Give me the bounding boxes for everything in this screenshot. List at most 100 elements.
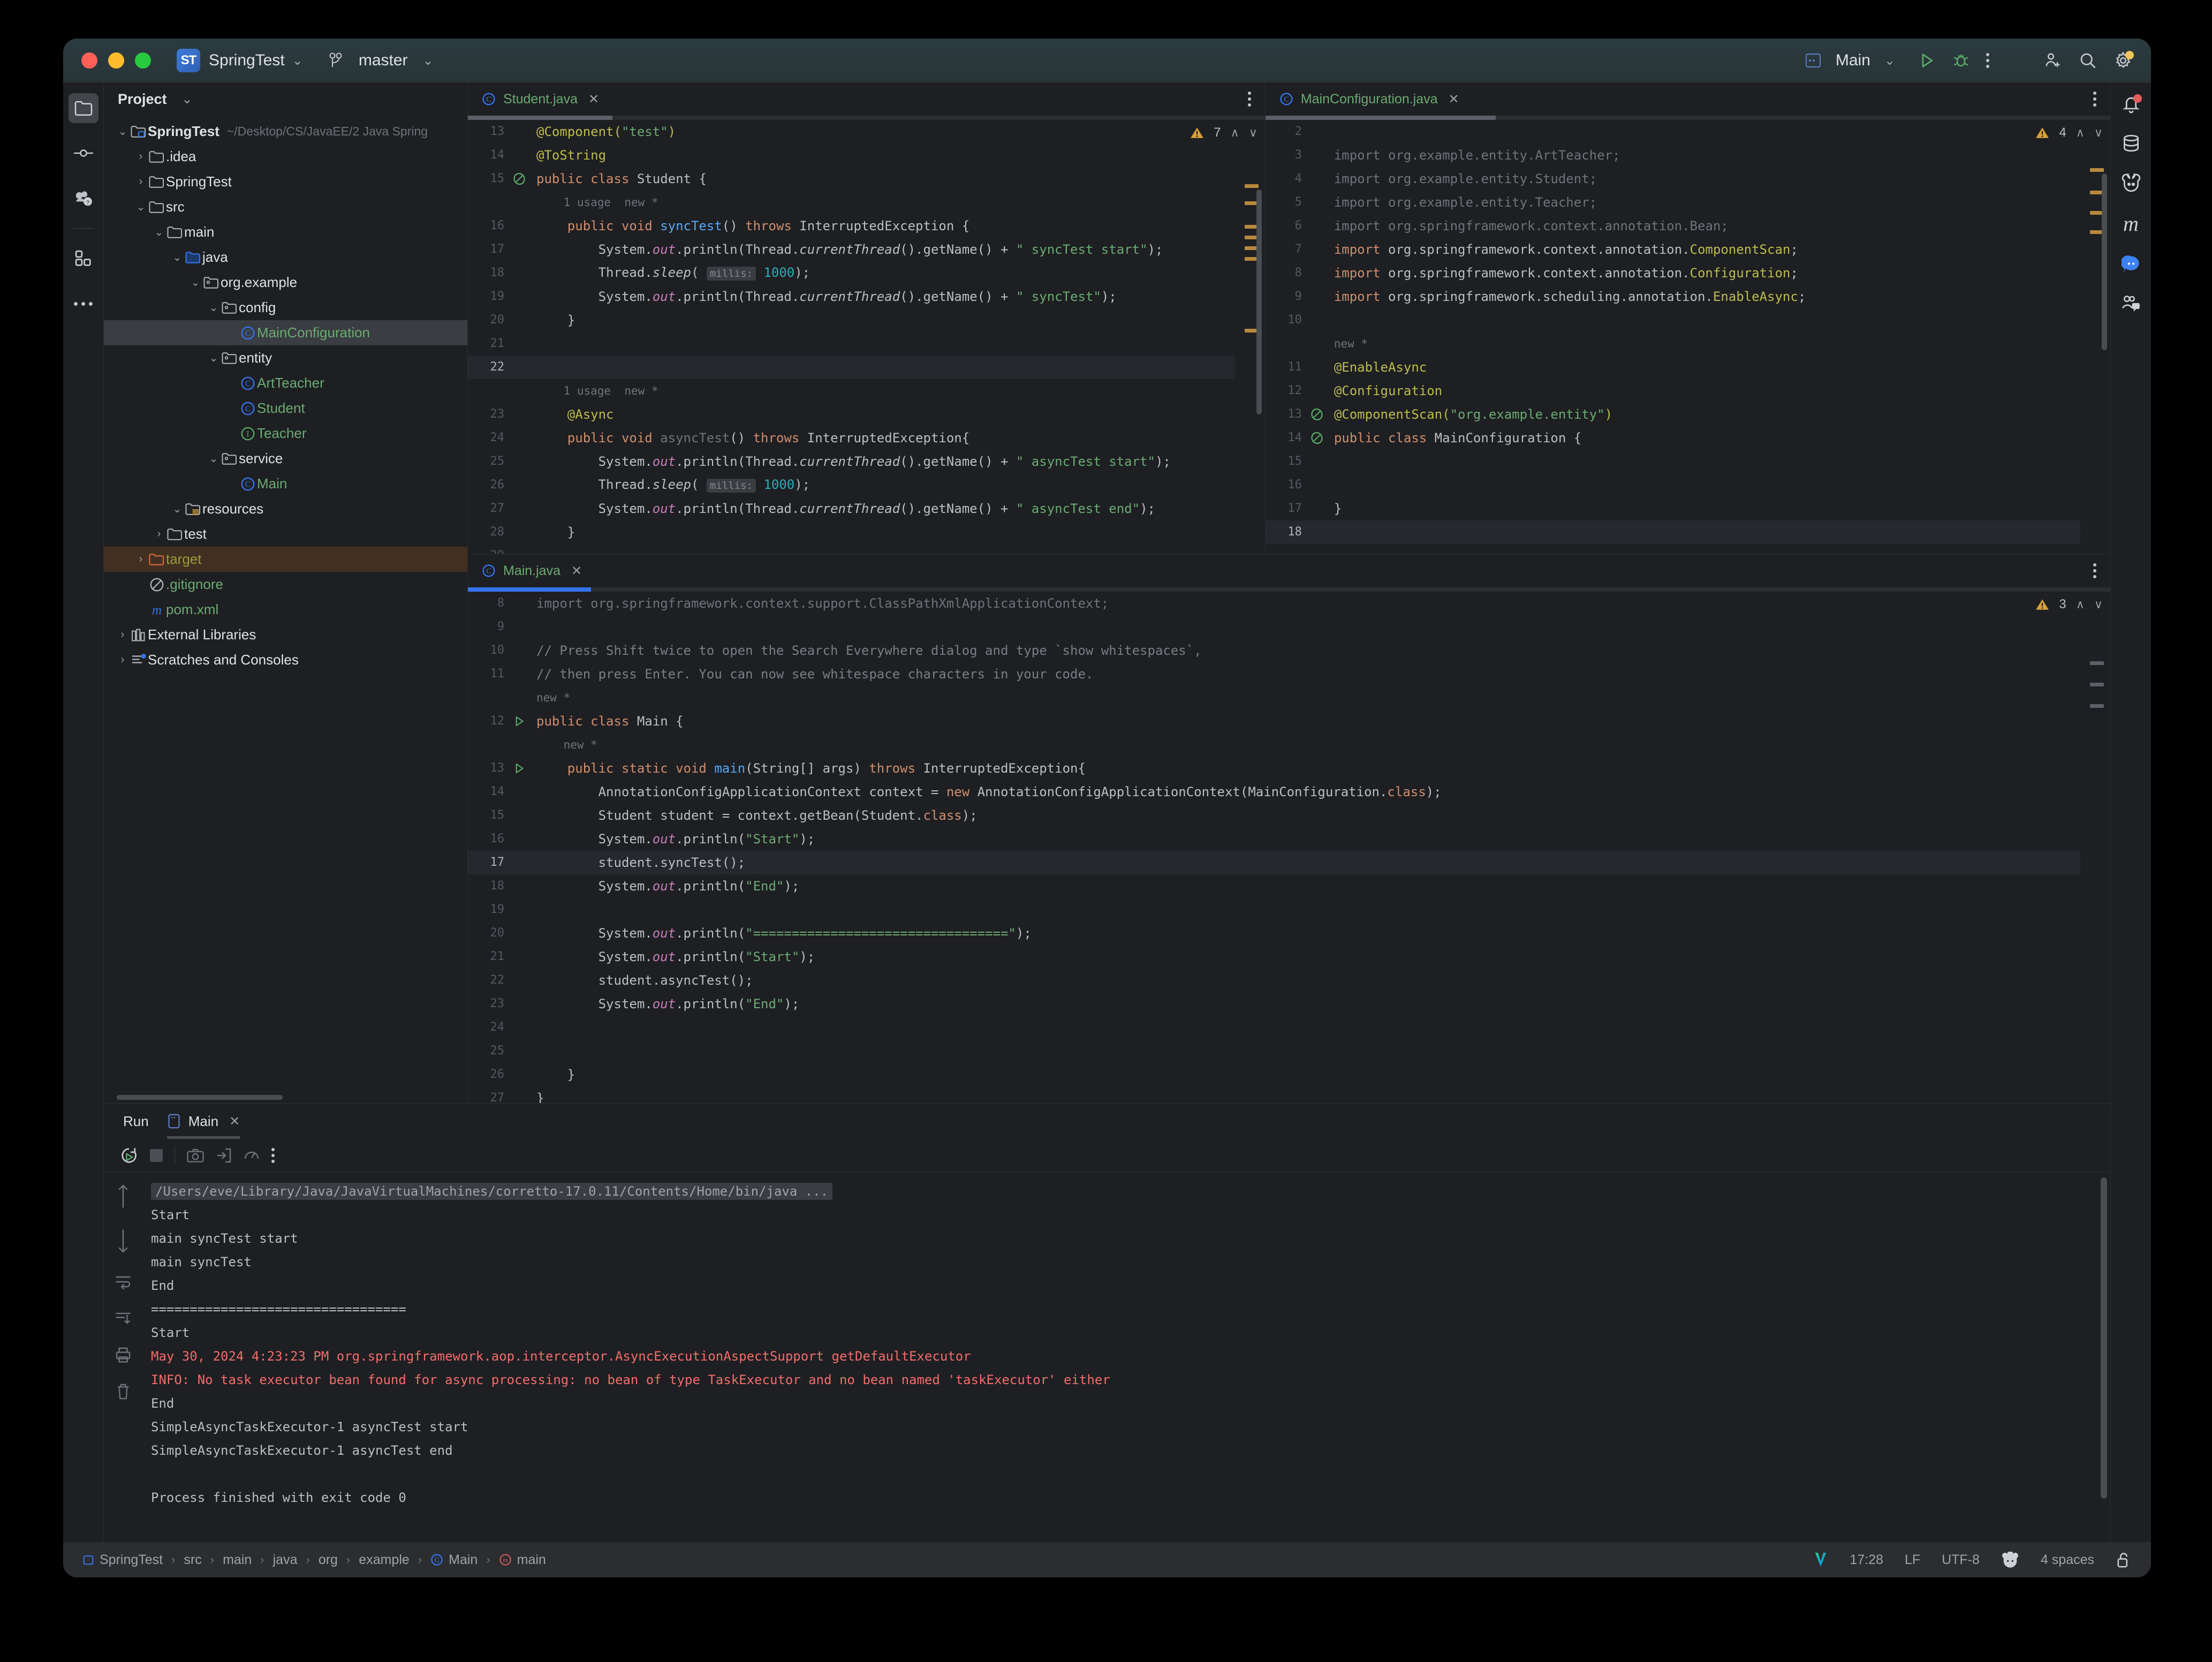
ai-assistant-status-icon[interactable] bbox=[2001, 1552, 2019, 1568]
code-line[interactable]: 24 public void asyncTest() throws Interr… bbox=[468, 426, 1235, 450]
code-line[interactable]: 13 public static void main(String[] args… bbox=[468, 757, 2080, 780]
code-line[interactable]: 27} bbox=[468, 1086, 2080, 1103]
breadcrumb-item-org[interactable]: org bbox=[319, 1552, 338, 1568]
project-name-label[interactable]: SpringTest bbox=[209, 51, 285, 70]
expand-arrow-icon[interactable]: › bbox=[134, 150, 148, 163]
code-line[interactable]: 17} bbox=[1266, 497, 2080, 520]
code-line[interactable]: 14 @ToString bbox=[468, 143, 1235, 167]
maven-icon[interactable]: m bbox=[2123, 211, 2139, 236]
gutter-marker[interactable] bbox=[510, 172, 529, 186]
screenshot-camera-icon[interactable] bbox=[187, 1147, 204, 1164]
editor-options-button[interactable] bbox=[2093, 92, 2110, 107]
debug-button[interactable] bbox=[1952, 51, 1970, 70]
chevron-up-icon[interactable]: ∧ bbox=[2076, 126, 2085, 140]
code-line[interactable]: 23 @Async bbox=[468, 403, 1235, 426]
breadcrumb-item-src[interactable]: src bbox=[184, 1552, 201, 1568]
window-controls[interactable] bbox=[81, 52, 151, 69]
code-line[interactable]: 16 public void syncTest() throws Interru… bbox=[468, 214, 1235, 238]
expand-arrow-icon[interactable]: › bbox=[152, 528, 166, 540]
code-line[interactable]: 29 bbox=[468, 544, 1235, 554]
notifications-bell-icon[interactable] bbox=[2122, 94, 2142, 115]
inspection-widget-mainconfiguration[interactable]: 4 ∧ ∨ bbox=[2035, 125, 2110, 140]
vcs-logo-icon[interactable] bbox=[1813, 1551, 1828, 1568]
code-line[interactable]: 26 } bbox=[468, 1063, 2080, 1086]
breadcrumb-item-main[interactable]: C Main bbox=[430, 1552, 478, 1568]
pull-requests-tool-button[interactable]: ? bbox=[69, 183, 99, 213]
minimize-window-button[interactable] bbox=[108, 52, 124, 69]
vcs-branch-widget[interactable]: master ⌄ bbox=[329, 51, 434, 70]
close-icon[interactable]: ✕ bbox=[229, 1114, 240, 1129]
tree-node-mainconfiguration[interactable]: C MainConfiguration bbox=[104, 320, 467, 345]
code-line[interactable]: 13 @Component("test") bbox=[468, 120, 1235, 143]
tree-node-service[interactable]: ⌄ service bbox=[104, 446, 467, 471]
expand-arrow-icon[interactable]: ⌄ bbox=[116, 125, 130, 138]
code-line[interactable]: 18 System.out.println("End"); bbox=[468, 874, 2080, 898]
code-line[interactable]: 17 System.out.println(Thread.currentThre… bbox=[468, 238, 1235, 261]
tab-student-java[interactable]: C Student.java ✕ bbox=[468, 82, 610, 116]
expand-arrow-icon[interactable]: › bbox=[116, 629, 130, 641]
expand-arrow-icon[interactable]: › bbox=[116, 654, 130, 666]
breadcrumb-item-main[interactable]: main bbox=[223, 1552, 252, 1568]
code-line[interactable]: 20 System.out.println("=================… bbox=[468, 921, 2080, 945]
expand-arrow-icon[interactable]: ⌄ bbox=[207, 301, 221, 314]
code-line[interactable]: 25 bbox=[468, 1039, 2080, 1063]
code-line[interactable]: 10 bbox=[1266, 308, 2080, 332]
code-line[interactable]: 22 bbox=[468, 356, 1235, 379]
editor-options-button[interactable] bbox=[1247, 92, 1265, 107]
clear-trash-icon[interactable] bbox=[115, 1383, 131, 1400]
code-editor-main[interactable]: 8 import org.springframework.context.supp… bbox=[468, 592, 2080, 1103]
tree-node-main[interactable]: ⌄ main bbox=[104, 220, 467, 245]
expand-arrow-icon[interactable]: ⌄ bbox=[207, 351, 221, 365]
close-window-button[interactable] bbox=[81, 52, 97, 69]
tree-node-student[interactable]: C Student bbox=[104, 396, 467, 421]
tree-node-target[interactable]: › target bbox=[104, 547, 467, 572]
add-user-icon[interactable] bbox=[2043, 51, 2062, 70]
code-line[interactable]: 9 bbox=[468, 615, 2080, 639]
tree-node-main[interactable]: C Main bbox=[104, 471, 467, 496]
main-minimap[interactable] bbox=[2080, 592, 2110, 1103]
code-line[interactable]: 18 Thread.sleep( millis: 1000); bbox=[468, 261, 1235, 285]
code-line[interactable]: 8 import org.springframework.context.supp… bbox=[468, 592, 2080, 615]
tree-node-org-example[interactable]: ⌄ org.example bbox=[104, 270, 467, 295]
code-line[interactable]: 25 System.out.println(Thread.currentThre… bbox=[468, 450, 1235, 473]
inspection-widget-student[interactable]: 7 ∧ ∨ bbox=[1190, 125, 1265, 140]
ai-assistant-icon[interactable] bbox=[2121, 173, 2141, 192]
tree-node-resources[interactable]: ⌄ resources bbox=[104, 496, 467, 522]
gutter-marker[interactable] bbox=[1307, 407, 1327, 421]
settings-gear-icon[interactable] bbox=[2113, 51, 2134, 70]
code-line[interactable]: 20 } bbox=[468, 308, 1235, 332]
code-line[interactable]: 2 bbox=[1266, 120, 2080, 143]
database-icon[interactable] bbox=[2122, 134, 2141, 154]
student-minimap[interactable] bbox=[1234, 120, 1265, 554]
tree-node-entity[interactable]: ⌄ entity bbox=[104, 345, 467, 371]
code-line[interactable]: 28 } bbox=[468, 520, 1235, 544]
indent-setting[interactable]: 4 spaces bbox=[2041, 1552, 2094, 1568]
tree-node-external-libraries[interactable]: › External Libraries bbox=[104, 622, 467, 647]
scroll-up-icon[interactable] bbox=[116, 1184, 130, 1208]
profiler-gauge-icon[interactable] bbox=[244, 1147, 260, 1164]
tree-node-artteacher[interactable]: C ArtTeacher bbox=[104, 371, 467, 396]
code-line[interactable]: 18 bbox=[1265, 520, 2080, 544]
run-configuration-selector[interactable]: Main ⌄ bbox=[1799, 48, 1902, 73]
chevron-down-icon[interactable]: ∨ bbox=[2094, 126, 2103, 140]
code-editor-student[interactable]: 13 @Component("test") 14 @ToString 15 public … bbox=[468, 120, 1235, 554]
expand-arrow-icon[interactable]: ⌄ bbox=[207, 452, 221, 465]
tree-node-springtest[interactable]: ⌄ SpringTest ~/Desktop/CS/JavaEE/2 Java Sp… bbox=[104, 119, 467, 144]
import-arrow-icon[interactable] bbox=[216, 1147, 232, 1164]
close-icon[interactable]: ✕ bbox=[1449, 92, 1459, 107]
inspection-widget-main[interactable]: 3 ∧ ∨ bbox=[2035, 597, 2110, 612]
code-line[interactable]: 12 public class Main { bbox=[468, 709, 2080, 733]
tree-node-src[interactable]: ⌄ src bbox=[104, 194, 467, 220]
code-line[interactable]: 7 import org.springframework.context.anno… bbox=[1266, 238, 2080, 261]
code-with-me-icon[interactable] bbox=[2121, 294, 2141, 312]
project-tree[interactable]: ⌄ SpringTest ~/Desktop/CS/JavaEE/2 Java Sp… bbox=[104, 116, 467, 1103]
code-line[interactable]: 24 bbox=[468, 1016, 2080, 1039]
expand-arrow-icon[interactable]: ⌄ bbox=[188, 276, 202, 289]
code-line[interactable]: 6 import org.springframework.context.anno… bbox=[1266, 214, 2080, 238]
chevron-down-icon[interactable]: ∨ bbox=[1249, 126, 1257, 140]
tree-node-teacher[interactable]: I Teacher bbox=[104, 421, 467, 446]
code-line[interactable]: 9 import org.springframework.scheduling.a… bbox=[1266, 285, 2080, 308]
breadcrumb-item-java[interactable]: java bbox=[273, 1552, 298, 1568]
maximize-window-button[interactable] bbox=[135, 52, 151, 69]
expand-arrow-icon[interactable]: › bbox=[134, 553, 148, 565]
